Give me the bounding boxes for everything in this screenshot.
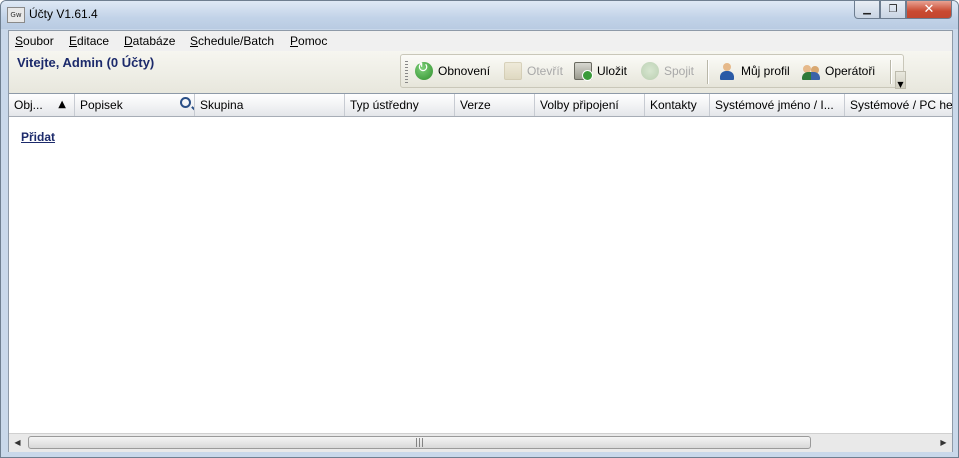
menu-soubor[interactable]: Soubor (15, 34, 54, 48)
column-label: Typ ústředny (350, 98, 419, 112)
accounts-grid: Obj... ▲ Popisek Skupina Typ ústředny Ve… (9, 93, 952, 434)
menu-schedule-batch-label: chedule/Batch (198, 34, 275, 48)
title-bar[interactable]: Gw Účty V1.61.4 ▁ ❐ ✕ (1, 1, 958, 29)
grid-header: Obj... ▲ Popisek Skupina Typ ústředny Ve… (9, 94, 952, 117)
close-button[interactable]: ✕ (906, 1, 952, 19)
menu-editace-label: ditace (77, 34, 110, 48)
column-header-popisek[interactable]: Popisek (75, 94, 195, 116)
scrollbar-thumb[interactable]: ||| (28, 436, 811, 449)
column-header-verze[interactable]: Verze (455, 94, 535, 116)
scroll-left-arrow-icon[interactable]: ◀ (9, 434, 26, 452)
menu-schedule-batch-mnemonic: S (190, 34, 199, 48)
main-toolbar: Obnovení Otevřít Uložit Spojit Můj (400, 54, 904, 88)
menu-editace[interactable]: Editace (69, 34, 109, 48)
menu-soubor-mnemonic: S (15, 34, 24, 48)
window-title: Účty V1.61.4 (29, 7, 98, 21)
menu-schedule-batch[interactable]: Schedule/Batch (190, 34, 274, 48)
menu-databaze[interactable]: Databáze (124, 34, 175, 48)
info-band: Vitejte, Admin (0 Účty) Obnovení Otevřít… (9, 51, 952, 94)
close-icon: ✕ (923, 2, 935, 17)
welcome-text: Vitejte, Admin (0 Účty) (17, 55, 155, 70)
my-profile-button[interactable]: Můj profil (718, 60, 790, 82)
minimize-button[interactable]: ▁ (854, 1, 880, 19)
open-folder-icon (504, 62, 522, 80)
operators-button[interactable]: Operátoři (802, 60, 875, 82)
connect-button[interactable]: Spojit (641, 60, 694, 82)
column-header-systemove-jmeno[interactable]: Systémové jméno / I... (710, 94, 845, 116)
column-header-obj[interactable]: Obj... ▲ (9, 94, 75, 116)
toolbar-overflow-button[interactable]: ▼ (895, 71, 906, 89)
menu-bar: Soubor Editace Databáze Schedule/Batch P… (9, 31, 952, 51)
column-label: Popisek (80, 98, 123, 112)
minimize-icon: ▁ (863, 4, 871, 15)
open-button[interactable]: Otevřít (504, 60, 563, 82)
add-account-link[interactable]: Přidat (21, 130, 55, 144)
sort-ascending-icon: ▲ (58, 99, 66, 110)
menu-pomoc-label: omoc (298, 34, 328, 48)
menu-soubor-label: oubor (23, 34, 54, 48)
menu-databaze-mnemonic: D (124, 34, 133, 48)
save-button[interactable]: Uložit (574, 60, 627, 82)
refresh-label: Obnovení (438, 64, 491, 78)
menu-pomoc[interactable]: Pomoc (290, 34, 327, 48)
column-header-kontakty[interactable]: Kontakty (645, 94, 710, 116)
column-header-skupina[interactable]: Skupina (195, 94, 345, 116)
users-icon (802, 62, 820, 80)
menu-editace-mnemonic: E (69, 34, 78, 48)
chevron-down-icon: ▼ (897, 80, 904, 89)
column-header-typ-ustredny[interactable]: Typ ústředny (345, 94, 455, 116)
refresh-button[interactable]: Obnovení (415, 60, 490, 82)
save-icon (574, 62, 593, 81)
connect-icon (641, 62, 659, 80)
restore-icon: ❐ (888, 4, 898, 15)
grip-icon: ||| (414, 438, 425, 448)
column-label: Verze (460, 98, 491, 112)
maximize-button[interactable]: ❐ (880, 1, 906, 19)
toolbar-grip[interactable] (405, 61, 408, 83)
column-header-systemove-pc[interactable]: Systémové / PC he (845, 94, 952, 116)
column-label: Systémové / PC he (850, 98, 952, 112)
column-label: Systémové jméno / I... (715, 98, 834, 112)
save-label: Uložit (597, 64, 628, 78)
open-label: Otevřít (527, 64, 564, 78)
search-icon[interactable] (180, 97, 191, 108)
column-label: Kontakty (650, 98, 697, 112)
window-controls: ▁ ❐ ✕ (854, 1, 952, 20)
column-header-volby-pripojeni[interactable]: Volby připojení (535, 94, 645, 116)
client-area: Soubor Editace Databáze Schedule/Batch P… (8, 30, 953, 452)
app-window: Gw Účty V1.61.4 ▁ ❐ ✕ Soubor Editace Dat… (0, 0, 959, 458)
column-label: Obj... (14, 98, 43, 112)
app-icon[interactable]: Gw (7, 7, 25, 23)
refresh-icon (415, 60, 433, 80)
column-label: Skupina (200, 98, 244, 112)
column-label: Volby připojení (540, 98, 619, 112)
toolbar-separator-end (890, 60, 891, 84)
menu-databaze-label: atabáze (132, 34, 176, 48)
operators-label: Operátoři (825, 64, 876, 78)
my-profile-label: Můj profil (741, 64, 790, 78)
toolbar-separator (707, 60, 708, 84)
menu-pomoc-mnemonic: P (290, 34, 299, 48)
user-icon (718, 62, 736, 80)
connect-label: Spojit (664, 64, 695, 78)
scroll-right-arrow-icon[interactable]: ▶ (935, 434, 952, 452)
horizontal-scrollbar[interactable]: ◀ ||| ▶ (9, 433, 952, 452)
